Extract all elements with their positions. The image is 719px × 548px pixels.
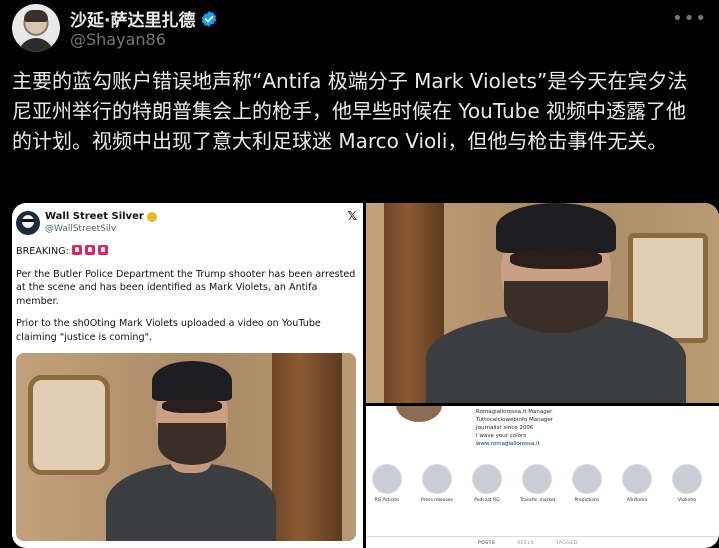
tab-posts[interactable]: POSTS xyxy=(478,541,495,546)
highlight-cover xyxy=(522,464,552,494)
siren-icon xyxy=(97,245,108,255)
verified-badge-icon xyxy=(202,10,217,27)
siren-icon xyxy=(84,245,95,255)
profile-screenshot[interactable]: Romagiallorossa.it Manager Tuttocalciowe… xyxy=(366,406,719,548)
highlight-cover xyxy=(572,464,602,494)
person-beard xyxy=(158,423,226,465)
highlight-item[interactable]: AS Roma xyxy=(620,464,654,503)
scene-person xyxy=(426,203,686,403)
embedded-paragraph-1: Per the Butler Police Department the Tru… xyxy=(16,268,356,307)
highlight-item[interactable]: Podcast RG xyxy=(470,464,504,503)
bio-line: Tuttocalciowebinfo Manager xyxy=(476,417,554,423)
author-display-name[interactable]: 沙延·萨达里扎德 xyxy=(70,6,195,31)
author-handle[interactable]: @Shayan86 xyxy=(70,30,166,49)
siren-icon xyxy=(71,245,82,255)
person-beanie xyxy=(152,361,232,401)
person-beard xyxy=(504,281,608,333)
embedded-video-thumbnail[interactable] xyxy=(16,353,356,541)
highlight-label: Podcast RG xyxy=(474,498,500,503)
highlight-cover xyxy=(422,464,452,494)
profile-picture xyxy=(396,406,442,422)
highlight-label: Press releases xyxy=(420,498,454,503)
person-beanie xyxy=(496,203,616,253)
scene-door xyxy=(272,353,342,541)
gold-badge-icon xyxy=(146,211,157,222)
tab-reels[interactable]: REELS xyxy=(517,541,534,546)
highlight-cover xyxy=(672,464,702,494)
bio-line: Romagiallorossa.it Manager xyxy=(476,409,553,415)
avatar-shirt xyxy=(18,38,54,52)
highlight-label: Violinho xyxy=(678,498,696,503)
video-still[interactable] xyxy=(366,203,719,403)
highlight-item[interactable]: Press releases xyxy=(420,464,454,503)
tab-tagged[interactable]: TAGGED xyxy=(556,541,578,546)
scene-mirror xyxy=(28,375,110,475)
highlight-item[interactable]: Violinho xyxy=(670,464,704,503)
highlight-cover xyxy=(622,464,652,494)
highlight-cover xyxy=(472,464,502,494)
media-grid[interactable]: Wall Street Silver @WallStreetSilv 𝕏 BRE… xyxy=(12,203,719,548)
bio-line: I wave your colors xyxy=(476,433,527,439)
highlight-item[interactable]: Transfer market xyxy=(520,464,556,503)
highlight-label: Transfer market xyxy=(520,498,556,503)
author-avatar[interactable] xyxy=(12,4,60,52)
person-jacket xyxy=(106,463,276,541)
author-name-row: 沙延·萨达里扎德 xyxy=(70,6,218,31)
scene-person xyxy=(106,353,276,541)
profile-tabs: POSTS REELS TAGGED xyxy=(366,536,719,546)
embedded-paragraph-2: Prior to the sh0Oting Mark Violets uploa… xyxy=(16,318,321,343)
person-sunglasses xyxy=(162,399,222,413)
embedded-tweet-screenshot[interactable]: Wall Street Silver @WallStreetSilv 𝕏 BRE… xyxy=(12,203,363,548)
x-logo-icon: 𝕏 xyxy=(347,209,357,223)
more-options-icon[interactable]: ••• xyxy=(672,8,707,29)
embedded-display-name: Wall Street Silver xyxy=(45,211,144,222)
highlight-label: Predictions xyxy=(574,498,600,503)
highlight-item[interactable]: RG Articles xyxy=(370,464,404,503)
highlight-label: AS Roma xyxy=(626,498,648,503)
highlight-cover xyxy=(372,464,402,494)
embedded-breaking-line: BREAKING: xyxy=(16,245,358,259)
avatar-hair xyxy=(24,10,48,22)
embedded-breaking: BREAKING: xyxy=(16,246,69,257)
bio-line: Journalist since 2006 xyxy=(476,425,534,431)
embedded-avatar xyxy=(16,211,40,235)
highlight-item[interactable]: Predictions xyxy=(570,464,604,503)
embedded-tweet-text: BREAKING: Per the Butler Police Departme… xyxy=(16,245,358,353)
tweet-text: 主要的蓝勾账户错误地声称“Antifa 极端分子 Mark Violets”是今… xyxy=(12,69,688,153)
highlight-label: RG Articles xyxy=(374,498,400,503)
embedded-handle: @WallStreetSilv xyxy=(45,224,117,234)
bio-link[interactable]: www.romagiallorossa.it xyxy=(476,441,540,447)
embedded-name-row: Wall Street Silver xyxy=(45,211,157,222)
embedded-avatar-glasses xyxy=(22,219,34,222)
person-sunglasses xyxy=(510,249,602,269)
